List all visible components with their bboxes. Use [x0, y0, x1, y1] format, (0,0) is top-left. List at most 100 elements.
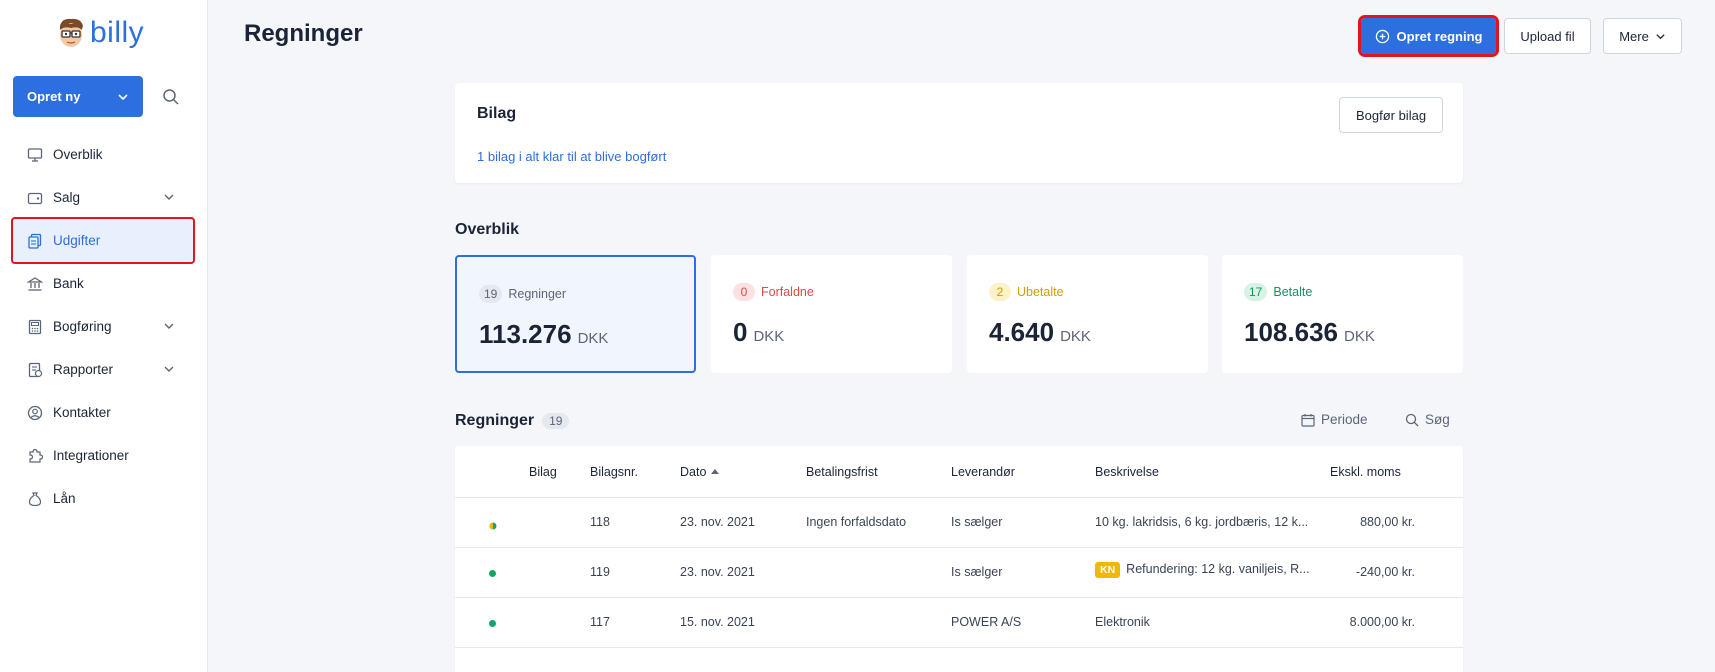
wallet-icon	[27, 192, 43, 204]
billy-logo[interactable]: billy	[56, 16, 144, 50]
chevron-down-icon	[1656, 33, 1665, 39]
sidebar-item-label: Salg	[53, 190, 81, 205]
stat-count: 0	[733, 283, 755, 301]
cell-beskrivelse: Elektronik	[1095, 615, 1150, 629]
cell-dato: 23. nov. 2021	[680, 565, 755, 579]
cell-ekskl-moms: 880,00 kr.	[1360, 515, 1415, 529]
stat-card-betalte[interactable]: 17 Betalte 108.636 DKK	[1222, 255, 1463, 373]
stat-label: Betalte	[1273, 285, 1313, 299]
chevron-down-icon[interactable]	[163, 191, 175, 203]
stat-currency: DKK	[1060, 328, 1091, 345]
col-bilag[interactable]: Bilag	[529, 465, 557, 479]
sidebar: billy Opret ny Overblik Salg Udgifter Ba…	[0, 0, 208, 672]
bilag-title: Bilag	[477, 105, 517, 122]
stat-amount: 108.636	[1244, 317, 1338, 347]
cell-beskrivelse: 10 kg. lakridsis, 6 kg. jordbæris, 12 k.…	[1095, 515, 1309, 529]
create-new-button[interactable]: Opret ny	[13, 76, 143, 117]
stat-header: 2 Ubetalte	[989, 283, 1064, 301]
sidebar-item-label: Integrationer	[53, 448, 129, 463]
stat-count: 2	[989, 283, 1011, 301]
stat-header: 19 Regninger	[479, 285, 566, 303]
stat-value: 113.276 DKK	[479, 319, 608, 350]
sidebar-item-lan[interactable]: Lån	[13, 477, 193, 520]
table-row[interactable]: 117 15. nov. 2021 POWER A/S Elektronik 8…	[455, 598, 1463, 648]
stat-header: 17 Betalte	[1244, 283, 1312, 301]
col-ekskl-moms[interactable]: Ekskl. moms	[1330, 465, 1401, 479]
stat-card-forfaldne[interactable]: 0 Forfaldne 0 DKK	[711, 255, 952, 373]
cell-beskrivelse: KN Refundering: 12 kg. vaniljeis, R...	[1095, 562, 1310, 578]
table-row[interactable]: 118 23. nov. 2021 Ingen forfaldsdato Is …	[455, 498, 1463, 548]
sidebar-item-udgifter[interactable]: Udgifter	[11, 217, 195, 264]
plus-circle-icon	[1375, 29, 1389, 43]
table-header: Bilag Bilagsnr. Dato Betalingsfrist Leve…	[455, 446, 1463, 498]
sidebar-item-integrationer[interactable]: Integrationer	[13, 434, 193, 477]
bills-title: Regninger	[455, 412, 535, 429]
brand-name: billy	[90, 16, 145, 49]
sidebar-item-overblik[interactable]: Overblik	[13, 133, 193, 176]
search-label: Søg	[1425, 412, 1450, 427]
page-title: Regninger	[244, 20, 363, 47]
post-bilag-button[interactable]: Bogfør bilag	[1339, 97, 1443, 133]
cell-beskrivelse-text: Refundering: 12 kg. vaniljeis, R...	[1126, 562, 1310, 576]
stat-count: 19	[479, 285, 503, 303]
bilag-card: Bilag 1 bilag i alt klar til at blive bo…	[455, 83, 1463, 183]
create-bill-label: Opret regning	[1396, 28, 1483, 44]
upload-file-button[interactable]: Upload fil	[1504, 18, 1591, 54]
sidebar-item-label: Udgifter	[53, 233, 101, 248]
sidebar-item-salg[interactable]: Salg	[13, 176, 193, 219]
search-button[interactable]: Søg	[1405, 412, 1450, 427]
sidebar-item-kontakter[interactable]: Kontakter	[13, 391, 193, 434]
col-leverandor[interactable]: Leverandør	[951, 465, 1015, 479]
cell-ekskl-moms: -240,00 kr.	[1355, 565, 1415, 579]
stat-count: 17	[1244, 283, 1268, 301]
moneybag-icon	[28, 491, 42, 506]
col-beskrivelse[interactable]: Beskrivelse	[1095, 465, 1159, 479]
bills-section-title: Regninger 19	[455, 412, 570, 430]
sidebar-item-bank[interactable]: Bank	[13, 262, 193, 305]
chevron-down-icon[interactable]	[163, 320, 175, 332]
cell-bilagsnr: 118	[590, 515, 610, 529]
sidebar-item-bogforing[interactable]: Bogføring	[13, 305, 193, 348]
sidebar-nav: Overblik Salg Udgifter Bank Bogføring Ra…	[11, 133, 195, 520]
table-row[interactable]: 119 23. nov. 2021 Is sælger KN Refunderin…	[455, 548, 1463, 598]
stat-label: Forfaldne	[761, 285, 814, 299]
bank-icon	[27, 276, 43, 291]
sidebar-item-label: Kontakter	[53, 405, 111, 420]
col-dato[interactable]: Dato	[680, 465, 720, 479]
billy-face-icon	[60, 18, 83, 47]
sidebar-item-label: Bank	[53, 276, 84, 291]
stat-header: 0 Forfaldne	[733, 283, 814, 301]
col-bilagsnr[interactable]: Bilagsnr.	[590, 465, 638, 479]
cell-leverandor: Is sælger	[951, 565, 1003, 579]
stat-label: Regninger	[508, 287, 567, 301]
col-dato-label: Dato	[680, 465, 707, 479]
create-bill-button[interactable]: Opret regning	[1358, 15, 1499, 57]
period-label: Periode	[1321, 412, 1368, 427]
more-button[interactable]: Mere	[1603, 18, 1682, 54]
stat-card-regninger[interactable]: 19 Regninger 113.276 DKK	[455, 255, 696, 373]
cell-ekskl-moms: 8.000,00 kr.	[1349, 615, 1415, 629]
cell-dato: 23. nov. 2021	[680, 515, 755, 529]
sort-ascending-icon	[711, 469, 720, 474]
report-icon	[28, 362, 43, 377]
stat-value: 4.640 DKK	[989, 317, 1091, 348]
page-scrollbar[interactable]	[1707, 0, 1715, 672]
col-betalingsfrist[interactable]: Betalingsfrist	[806, 465, 878, 479]
bilag-ready-link[interactable]: 1 bilag i alt klar til at blive bogført	[477, 149, 666, 164]
search-icon[interactable]	[162, 88, 180, 106]
sidebar-item-rapporter[interactable]: Rapporter	[13, 348, 193, 391]
chevron-down-icon[interactable]	[163, 363, 175, 375]
stat-currency: DKK	[577, 330, 609, 347]
status-partial-icon	[489, 519, 497, 533]
stat-amount: 4.640	[989, 317, 1055, 347]
stat-amount: 113.276	[479, 319, 572, 349]
cell-bilagsnr: 117	[590, 615, 610, 629]
calendar-icon	[1301, 413, 1315, 427]
bills-count-badge: 19	[542, 413, 570, 429]
sidebar-item-label: Bogføring	[53, 319, 112, 334]
cell-bilagsnr: 119	[590, 565, 610, 579]
period-filter-button[interactable]: Periode	[1301, 412, 1368, 427]
bills-table: Bilag Bilagsnr. Dato Betalingsfrist Leve…	[455, 446, 1463, 672]
stat-card-ubetalte[interactable]: 2 Ubetalte 4.640 DKK	[967, 255, 1208, 373]
stat-currency: DKK	[1343, 328, 1375, 345]
